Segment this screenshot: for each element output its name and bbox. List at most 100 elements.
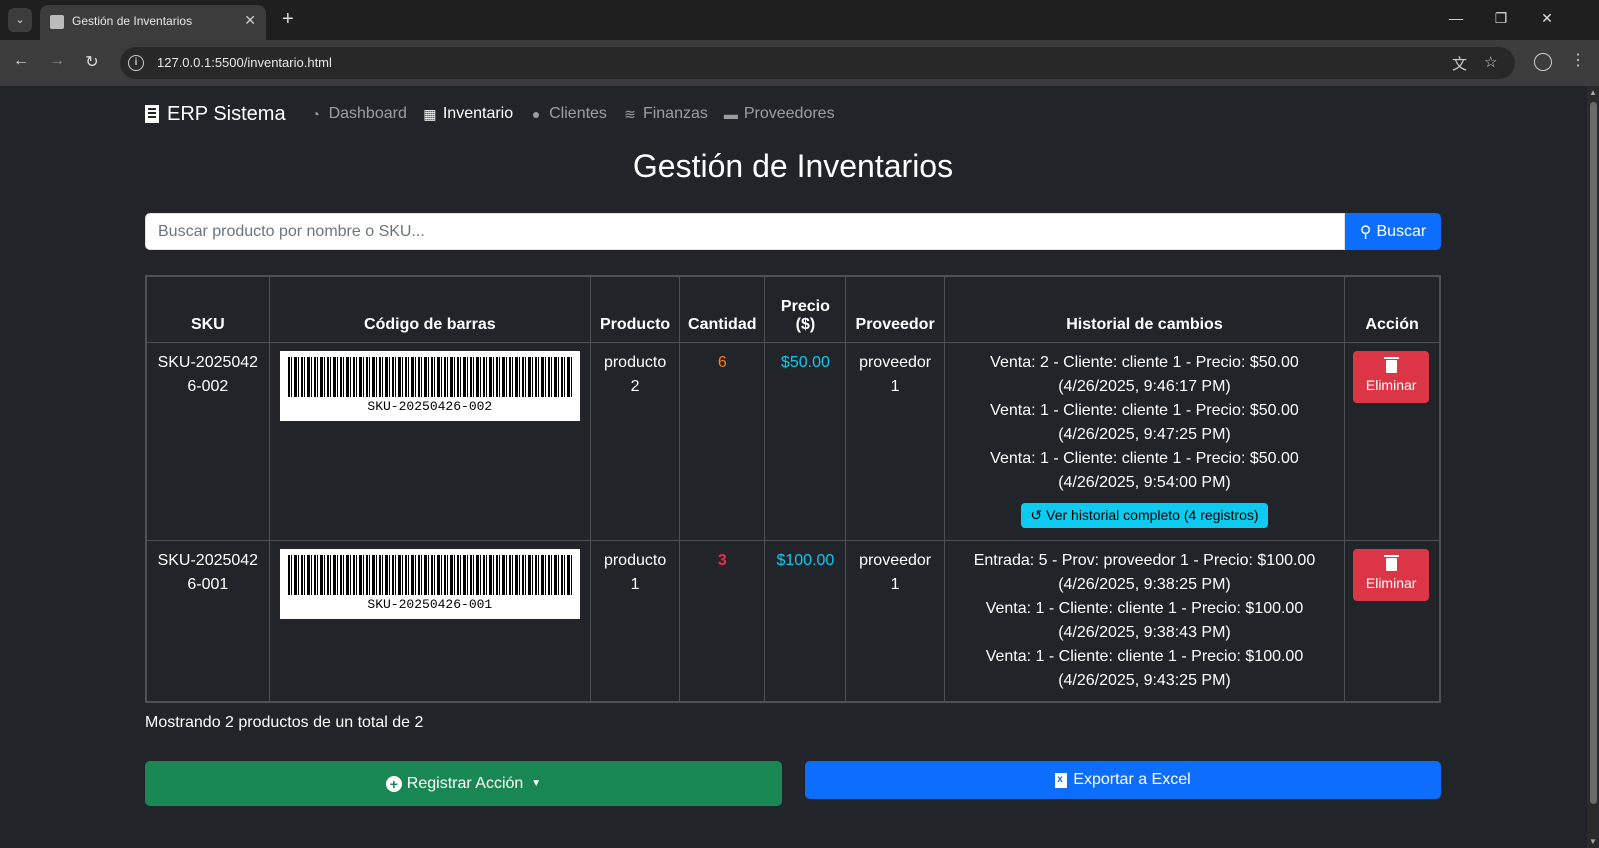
gauge-icon: ◔ — [311, 106, 320, 122]
back-icon[interactable]: ← — [11, 52, 31, 70]
nav-item-dashboard[interactable]: ◔ Dashboard — [308, 105, 407, 123]
tab-close-icon[interactable]: ✕ — [244, 12, 256, 29]
cell-sku: SKU-20250426-002 — [145, 341, 270, 541]
export-excel-button[interactable]: Exportar a Excel — [805, 761, 1441, 799]
header-action: Acción — [1344, 275, 1441, 343]
history-entry: Venta: 1 - Cliente: cliente 1 - Precio: … — [985, 647, 1304, 689]
cell-sku: SKU-20250426-001 — [145, 539, 270, 702]
table-header-row: SKU Código de barras Producto Cantidad P… — [145, 275, 1441, 343]
scroll-down-icon[interactable]: ▼ — [1589, 837, 1597, 846]
view-history-label: Ver historial completo (4 registros) — [1046, 507, 1259, 523]
scroll-up-icon[interactable]: ▲ — [1589, 88, 1597, 97]
restore-icon[interactable]: ❐ — [1491, 10, 1511, 27]
header-product: Producto — [589, 275, 681, 343]
url-text[interactable]: 127.0.0.1:5500/inventario.html — [157, 55, 332, 70]
page-content: ERP Sistema ◔ Dashboard ▦ Inventario ● C… — [0, 86, 1587, 848]
nav-label-dashboard: Dashboard — [328, 105, 407, 122]
search-icon: ⚲ — [1359, 223, 1372, 241]
omnibox[interactable]: i 127.0.0.1:5500/inventario.html 文 ☆ — [120, 47, 1515, 79]
view-full-history-button[interactable]: ↺ Ver historial completo (4 registros) — [1021, 502, 1268, 528]
plus-circle-icon: + — [385, 775, 402, 792]
cell-quantity: 3 — [679, 539, 766, 702]
header-quantity: Cantidad — [679, 275, 766, 343]
cell-history: Entrada: 5 - Prov: proveedor 1 - Precio:… — [943, 539, 1346, 702]
minimize-icon[interactable]: — — [1446, 10, 1466, 26]
browser-tab[interactable]: Gestión de Inventarios ✕ — [40, 5, 266, 40]
header-barcode: Código de barras — [268, 275, 592, 343]
address-bar: ← → ↻ i 127.0.0.1:5500/inventario.html 文… — [0, 40, 1599, 86]
window-close-icon[interactable]: ✕ — [1537, 10, 1557, 27]
history-entry: Venta: 1 - Cliente: cliente 1 - Precio: … — [990, 401, 1299, 443]
forward-icon[interactable]: → — [47, 52, 67, 70]
scroll-thumb[interactable] — [1590, 102, 1597, 804]
history-entry: Entrada: 5 - Prov: proveedor 1 - Precio:… — [973, 551, 1316, 593]
barcode-image: SKU-20250426-002 — [279, 350, 580, 421]
navbar: ERP Sistema ◔ Dashboard ▦ Inventario ● C… — [145, 86, 850, 142]
menu-more-icon[interactable]: ⋮ — [1570, 50, 1586, 70]
cell-action: Eliminar — [1344, 539, 1441, 702]
favicon-icon — [50, 15, 64, 29]
brand-label: ERP Sistema — [167, 102, 286, 125]
nav-item-finanzas[interactable]: ≋ Finanzas — [622, 105, 708, 123]
search-input[interactable] — [145, 213, 1345, 250]
barcode-text: SKU-20250426-002 — [367, 398, 493, 414]
header-supplier: Proveedor — [845, 275, 945, 343]
new-tab-icon[interactable]: + — [282, 8, 294, 31]
search-button-label: Buscar — [1376, 222, 1427, 240]
register-action-button[interactable]: + Registrar Acción ▼ — [145, 761, 782, 806]
site-info-icon[interactable]: i — [128, 55, 144, 71]
browser-tab-bar: ⌄ Gestión de Inventarios ✕ + — ❐ ✕ — [0, 0, 1599, 40]
nav-label-finanzas: Finanzas — [642, 105, 708, 122]
bookmark-star-icon[interactable]: ☆ — [1484, 53, 1497, 71]
export-excel-label: Exportar a Excel — [1073, 771, 1191, 788]
barcode-bars — [287, 554, 572, 595]
coins-icon: ≋ — [624, 106, 636, 122]
users-icon: ● — [531, 106, 541, 122]
barcode-image: SKU-20250426-001 — [279, 548, 580, 619]
trash-icon — [1383, 356, 1399, 373]
delete-button[interactable]: Eliminar — [1353, 548, 1430, 601]
delete-label: Eliminar — [1365, 376, 1417, 393]
cell-supplier: proveedor 1 — [845, 341, 945, 541]
scrollbar[interactable]: ▲ ▼ — [1587, 86, 1599, 848]
tab-search-icon[interactable]: ⌄ — [8, 8, 32, 32]
reload-icon[interactable]: ↻ — [82, 52, 102, 72]
header-price: Precio ($) — [764, 275, 847, 343]
navbar-brand[interactable]: ERP Sistema — [145, 103, 286, 126]
delete-label: Eliminar — [1365, 574, 1417, 591]
trash-icon — [1383, 554, 1399, 571]
history-entry: Venta: 2 - Cliente: cliente 1 - Precio: … — [990, 353, 1299, 395]
building-icon — [145, 105, 159, 123]
barcode-bars — [287, 356, 572, 397]
delete-button[interactable]: Eliminar — [1353, 350, 1430, 403]
cell-supplier: proveedor 1 — [845, 539, 945, 702]
inventory-table: SKU Código de barras Producto Cantidad P… — [145, 275, 1441, 703]
nav-item-proveedores[interactable]: ▬ Proveedores — [723, 105, 835, 123]
search-button[interactable]: ⚲ Buscar — [1345, 213, 1441, 250]
nav-item-inventario[interactable]: ▦ Inventario — [422, 105, 513, 123]
nav-label-inventario: Inventario — [442, 105, 514, 122]
history-entry: Venta: 1 - Cliente: cliente 1 - Precio: … — [985, 599, 1304, 641]
header-history: Historial de cambios — [943, 275, 1346, 343]
cell-product: producto 2 — [589, 341, 681, 541]
table-row: SKU-20250426-002 SKU-20250426-002 produc… — [145, 341, 1441, 541]
profile-icon[interactable] — [1534, 53, 1552, 71]
page-title: Gestión de Inventarios — [632, 148, 954, 184]
tab-title: Gestión de Inventarios — [72, 14, 193, 28]
barcode-text: SKU-20250426-001 — [367, 596, 493, 612]
history-entry: Venta: 1 - Cliente: cliente 1 - Precio: … — [990, 449, 1299, 491]
nav-item-clientes[interactable]: ● Clientes — [528, 105, 607, 123]
search-group: ⚲ Buscar — [145, 213, 1441, 250]
nav-label-clientes: Clientes — [549, 105, 607, 122]
cell-product: producto 1 — [589, 539, 681, 702]
nav-label-proveedores: Proveedores — [743, 105, 835, 122]
cell-barcode: SKU-20250426-002 — [268, 341, 592, 541]
translate-icon[interactable]: 文 — [1452, 53, 1467, 74]
cell-history: Venta: 2 - Cliente: cliente 1 - Precio: … — [943, 341, 1346, 541]
header-sku: SKU — [145, 275, 270, 343]
cell-price: $50.00 — [764, 341, 847, 541]
cell-price: $100.00 — [764, 539, 847, 702]
truck-icon: ▬ — [723, 106, 738, 122]
caret-down-icon: ▼ — [531, 778, 542, 789]
cell-barcode: SKU-20250426-001 — [268, 539, 592, 702]
